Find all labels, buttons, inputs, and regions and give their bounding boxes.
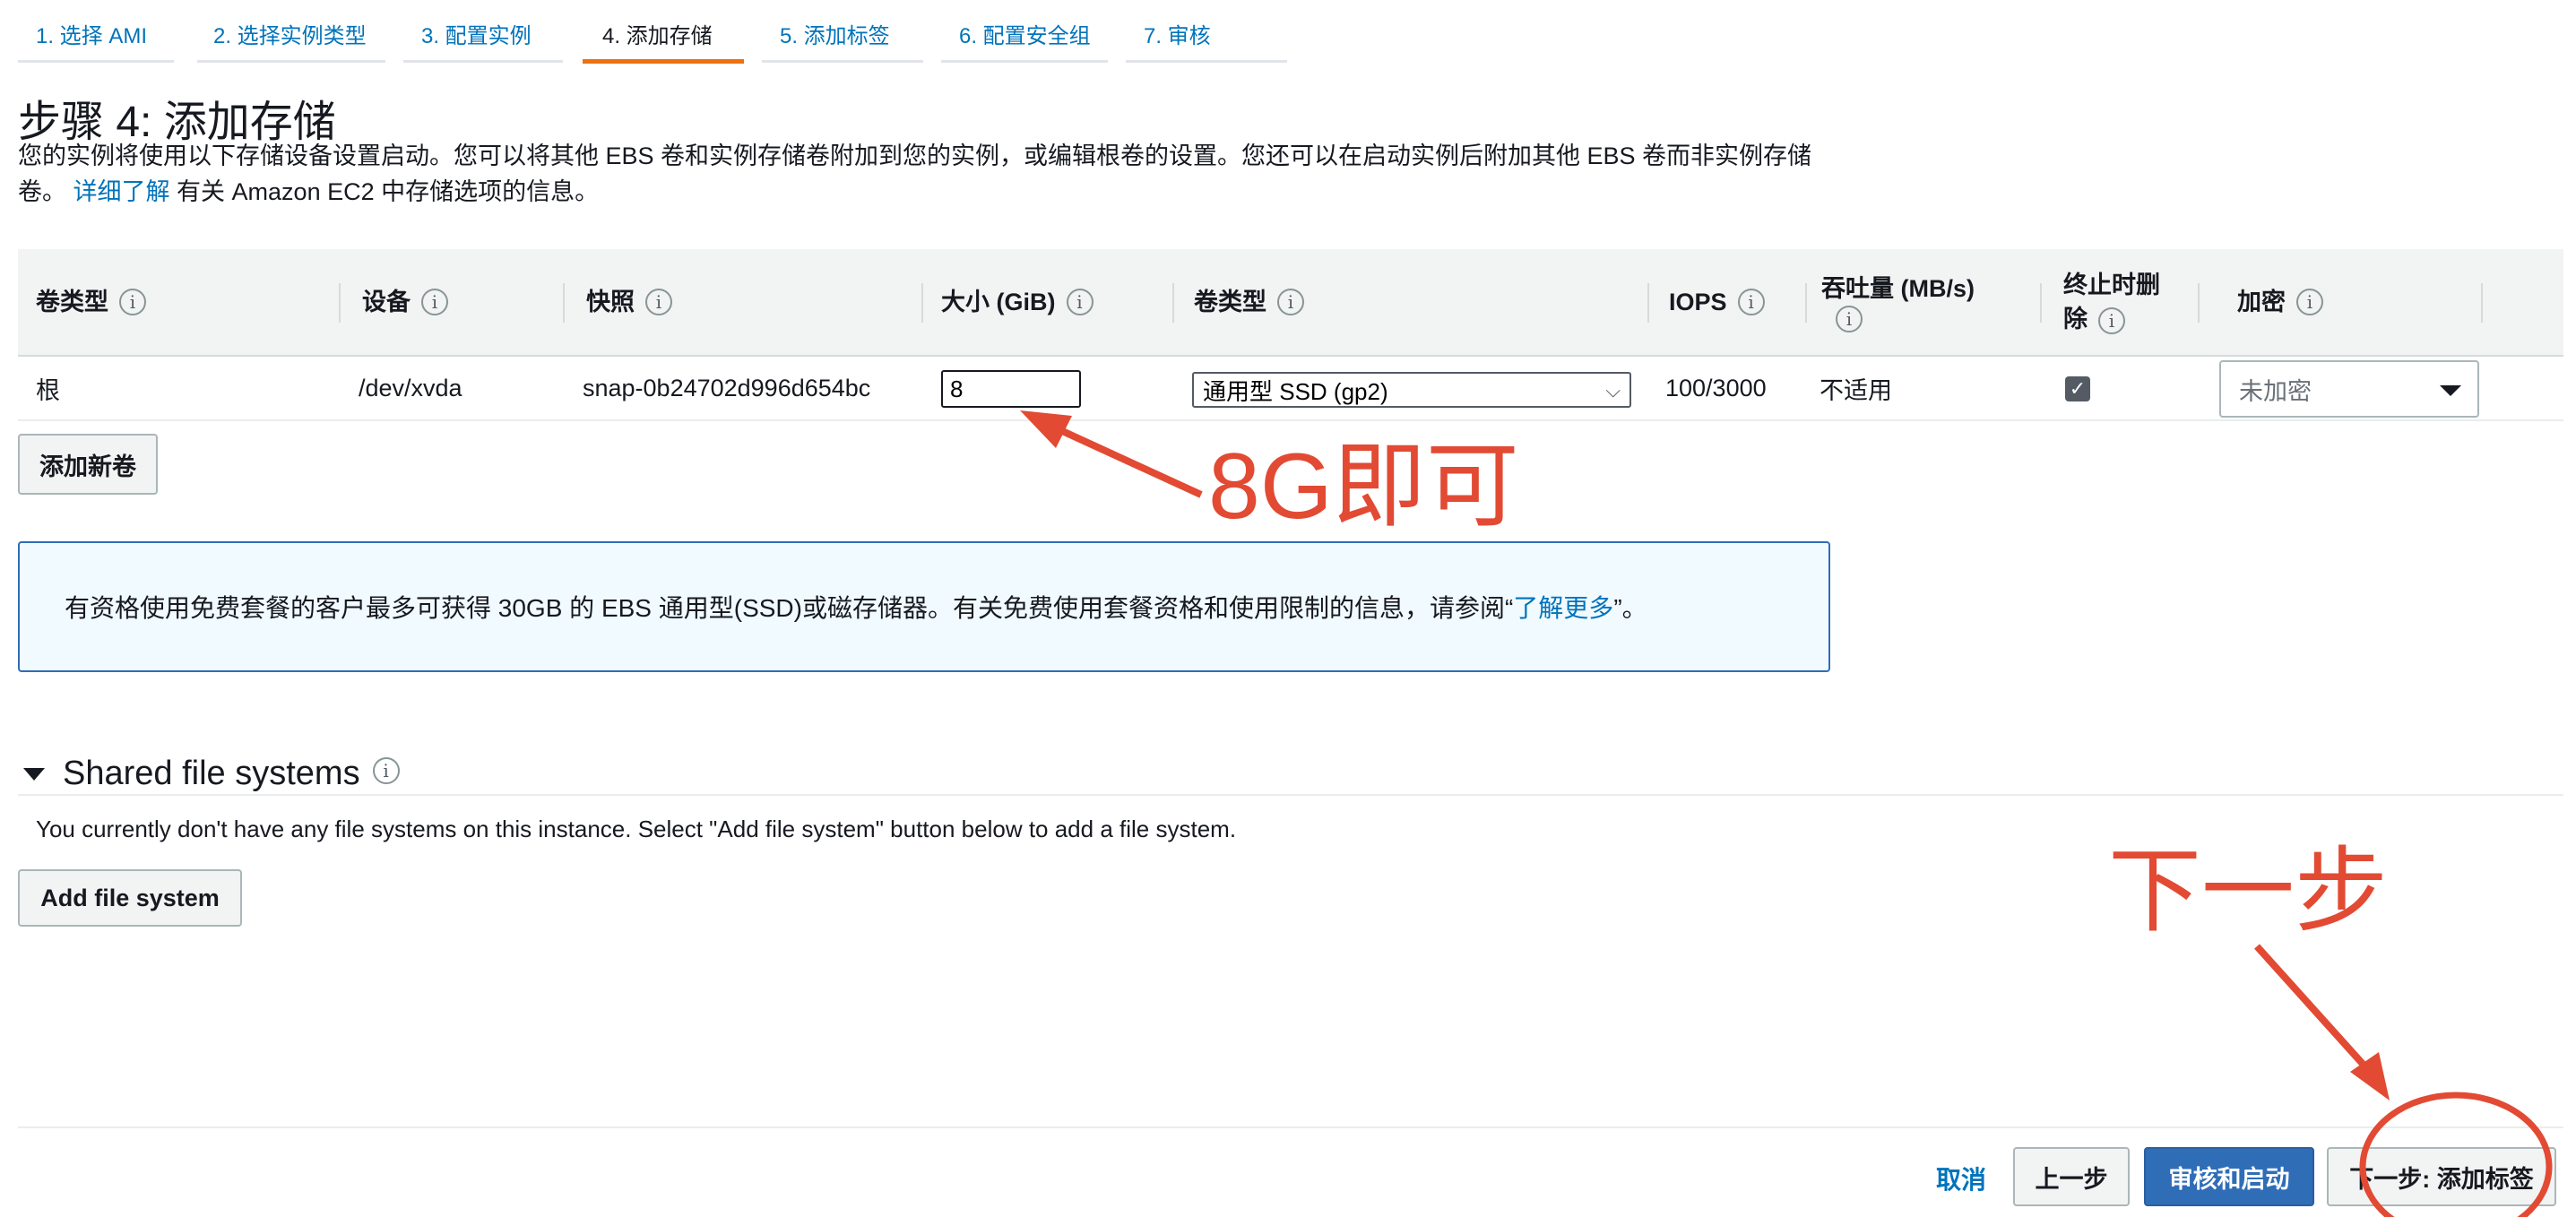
annotation-arrow-next: [2254, 944, 2373, 1075]
annotation-arrowhead-size: [1020, 410, 1072, 448]
annotation-arrow-size: [1047, 421, 1203, 498]
annotation-next-note: 下一步: [2108, 840, 2389, 944]
annotation-overlay: [1020, 410, 2553, 1217]
annotation-size-note: 8G即可: [1208, 435, 1519, 539]
annotation-circle-next: [2359, 1092, 2553, 1217]
